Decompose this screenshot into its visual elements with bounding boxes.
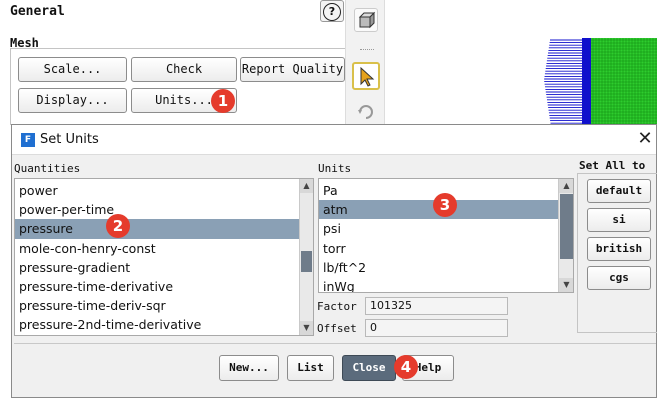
set-british-button[interactable]: british xyxy=(587,237,651,261)
quantity-item[interactable]: mole-con-henry-const xyxy=(15,239,299,258)
quantities-list[interactable]: power power-per-time pressure mole-con-henr… xyxy=(14,178,314,336)
report-quality-button[interactable]: Report Quality xyxy=(240,57,345,82)
vertical-toolbar xyxy=(345,0,385,125)
pointer-arrow-icon xyxy=(360,66,375,87)
question-circle-icon: ? xyxy=(323,3,341,21)
factor-field[interactable]: 101325 xyxy=(365,297,508,315)
unit-item[interactable]: lb/ft^2 xyxy=(319,258,558,277)
close-button[interactable]: Close xyxy=(342,355,396,381)
units-scrollbar[interactable]: ▲ ▼ xyxy=(558,179,573,292)
quantity-item[interactable]: pressure-gradient xyxy=(15,258,299,277)
dialog-title: Set Units xyxy=(40,132,99,147)
list-button[interactable]: List xyxy=(287,355,334,381)
quantity-item[interactable]: power-per-time xyxy=(15,200,299,219)
cube-view-icon[interactable] xyxy=(354,8,378,32)
scroll-down-icon[interactable]: ▼ xyxy=(559,278,573,292)
quantities-label: Quantities xyxy=(14,162,81,175)
quantity-item[interactable]: pressure-time-derivative xyxy=(15,277,299,296)
mesh-graphics xyxy=(544,38,657,125)
scroll-thumb[interactable] xyxy=(301,251,312,272)
scroll-thumb[interactable] xyxy=(560,194,573,259)
app-icon: F xyxy=(21,133,35,147)
quantity-item[interactable]: pressure-2nd-time-derivative xyxy=(15,315,299,334)
quantity-item[interactable]: power xyxy=(15,181,299,200)
footer-panel xyxy=(14,343,656,397)
select-pointer-button[interactable] xyxy=(352,62,380,90)
unit-item[interactable]: inWg xyxy=(319,277,558,292)
step-badge-2: 2 xyxy=(106,214,130,238)
rotate-icon[interactable] xyxy=(354,100,378,124)
units-label: Units xyxy=(318,162,352,175)
new-button[interactable]: New... xyxy=(219,355,279,381)
general-title: General xyxy=(10,4,65,19)
scale-button[interactable]: Scale... xyxy=(18,57,127,82)
step-badge-1: 1 xyxy=(211,89,235,113)
scroll-up-icon[interactable]: ▲ xyxy=(300,179,313,193)
help-button[interactable]: ? xyxy=(320,0,344,22)
set-cgs-button[interactable]: cgs xyxy=(587,266,651,290)
factor-label: Factor xyxy=(317,300,357,313)
set-all-to-label: Set All to xyxy=(579,159,646,172)
graphics-window[interactable] xyxy=(386,0,657,125)
dialog-titlebar[interactable]: F Set Units ✕ xyxy=(12,125,656,155)
quantities-scrollbar[interactable]: ▲ ▼ xyxy=(299,179,313,335)
scroll-down-icon[interactable]: ▼ xyxy=(300,321,313,335)
set-si-button[interactable]: si xyxy=(587,208,651,232)
quantity-item[interactable]: pressure xyxy=(15,219,299,239)
close-icon[interactable]: ✕ xyxy=(634,128,656,150)
offset-field[interactable]: 0 xyxy=(365,319,508,337)
quantity-item[interactable]: pressure-time-deriv-sqr xyxy=(15,296,299,315)
inlet-boundary xyxy=(582,38,591,125)
step-badge-4: 4 xyxy=(394,355,418,379)
step-badge-3: 3 xyxy=(433,193,457,217)
unit-item[interactable]: psi xyxy=(319,219,558,238)
display-button[interactable]: Display... xyxy=(18,88,127,113)
unit-item[interactable]: torr xyxy=(319,239,558,258)
grip-icon xyxy=(360,49,374,51)
set-default-button[interactable]: default xyxy=(587,179,651,203)
scroll-up-icon[interactable]: ▲ xyxy=(559,179,573,193)
check-button[interactable]: Check xyxy=(131,57,237,82)
general-panel: General ? Mesh Scale... Check Report Qua… xyxy=(0,0,345,125)
offset-label: Offset xyxy=(317,322,357,335)
set-units-dialog: F Set Units ✕ Quantities power power-per-… xyxy=(11,124,657,398)
